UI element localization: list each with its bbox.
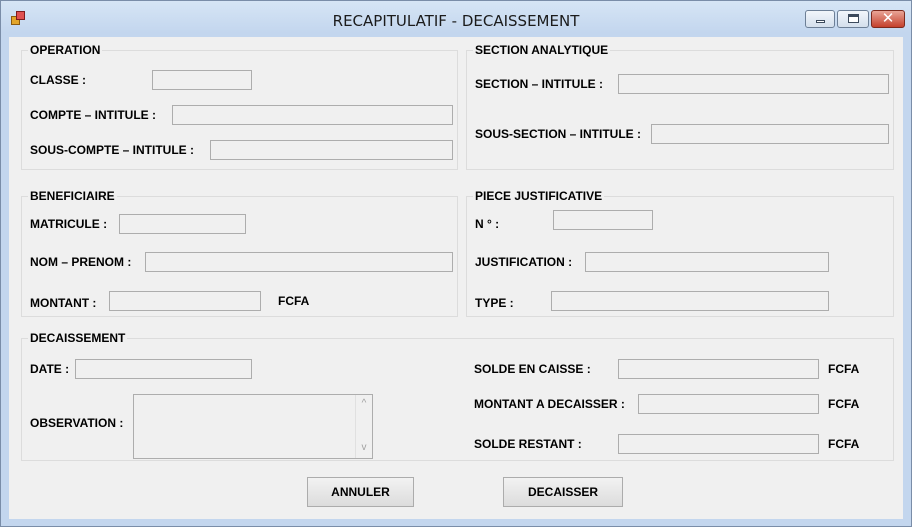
montant-currency-label: FCFA xyxy=(278,294,310,308)
solde-restant-label: SOLDE RESTANT : xyxy=(474,437,582,451)
minimize-icon xyxy=(816,20,825,23)
beneficiaire-group: BENEFICIAIRE MATRICULE : NOM – PRENOM : … xyxy=(21,189,458,317)
numero-label: N ° : xyxy=(475,217,500,231)
maximize-icon xyxy=(848,14,859,23)
solde-en-caisse-field[interactable] xyxy=(618,359,819,379)
piece-justificative-group-title: PIECE JUSTIFICATIVE xyxy=(473,189,605,203)
classe-field[interactable] xyxy=(152,70,252,90)
minimize-button[interactable] xyxy=(805,10,835,28)
decaissement-group: DECAISSEMENT DATE : OBSERVATION : ^ v SO… xyxy=(21,331,894,461)
close-button[interactable]: ✕ xyxy=(871,9,905,28)
montant-a-decaisser-label: MONTANT A DECAISSER : xyxy=(474,397,625,411)
maximize-button[interactable] xyxy=(837,10,869,28)
section-intitule-label: SECTION – INTITULE : xyxy=(475,77,604,91)
solde-en-caisse-label: SOLDE EN CAISSE : xyxy=(474,362,591,376)
type-field[interactable] xyxy=(551,291,829,311)
beneficiaire-group-title: BENEFICIAIRE xyxy=(28,189,117,203)
nom-prenom-field[interactable] xyxy=(145,252,453,272)
operation-group: OPERATION CLASSE : COMPTE – INTITULE : S… xyxy=(21,43,458,170)
section-analytique-group: SECTION ANALYTIQUE SECTION – INTITULE : … xyxy=(466,43,894,170)
type-label: TYPE : xyxy=(475,296,514,310)
title-bar[interactable]: RECAPITULATIF - DECAISSEMENT ✕ xyxy=(1,1,911,37)
section-analytique-group-title: SECTION ANALYTIQUE xyxy=(473,43,611,57)
nom-prenom-label: NOM – PRENOM : xyxy=(30,255,132,269)
section-intitule-field[interactable] xyxy=(618,74,889,94)
solde-en-caisse-currency: FCFA xyxy=(828,362,860,376)
montant-a-decaisser-currency: FCFA xyxy=(828,397,860,411)
montant-label: MONTANT : xyxy=(30,296,97,310)
scroll-up-icon[interactable]: ^ xyxy=(356,396,372,412)
justification-field[interactable] xyxy=(585,252,829,272)
observation-field[interactable] xyxy=(133,394,373,459)
form-client-area: OPERATION CLASSE : COMPTE – INTITULE : S… xyxy=(9,37,903,519)
scroll-down-icon[interactable]: v xyxy=(356,440,372,456)
compte-intitule-field[interactable] xyxy=(172,105,453,125)
numero-field[interactable] xyxy=(553,210,653,230)
classe-label: CLASSE : xyxy=(30,73,87,87)
observation-scrollbar[interactable]: ^ v xyxy=(355,395,372,458)
window-title: RECAPITULATIF - DECAISSEMENT xyxy=(332,12,580,30)
solde-restant-currency: FCFA xyxy=(828,437,860,451)
decaisser-button[interactable]: DECAISSER xyxy=(503,477,623,507)
decaissement-group-title: DECAISSEMENT xyxy=(28,331,128,345)
sous-compte-intitule-label: SOUS-COMPTE – INTITULE : xyxy=(30,143,195,157)
matricule-field[interactable] xyxy=(119,214,246,234)
annuler-button[interactable]: ANNULER xyxy=(307,477,414,507)
sous-section-intitule-label: SOUS-SECTION – INTITULE : xyxy=(475,127,642,141)
compte-intitule-label: COMPTE – INTITULE : xyxy=(30,108,156,122)
date-label: DATE : xyxy=(30,362,70,376)
piece-justificative-group: PIECE JUSTIFICATIVE N ° : JUSTIFICATION … xyxy=(466,189,894,317)
observation-label: OBSERVATION : xyxy=(30,416,124,430)
solde-restant-field[interactable] xyxy=(618,434,819,454)
montant-field[interactable] xyxy=(109,291,261,311)
close-icon: ✕ xyxy=(881,9,895,27)
date-field[interactable] xyxy=(75,359,252,379)
main-window: RECAPITULATIF - DECAISSEMENT ✕ OPERATION… xyxy=(0,0,912,527)
operation-group-title: OPERATION xyxy=(28,43,103,57)
justification-label: JUSTIFICATION : xyxy=(475,255,573,269)
sous-compte-intitule-field[interactable] xyxy=(210,140,453,160)
sous-section-intitule-field[interactable] xyxy=(651,124,889,144)
montant-a-decaisser-field[interactable] xyxy=(638,394,819,414)
matricule-label: MATRICULE : xyxy=(30,217,108,231)
